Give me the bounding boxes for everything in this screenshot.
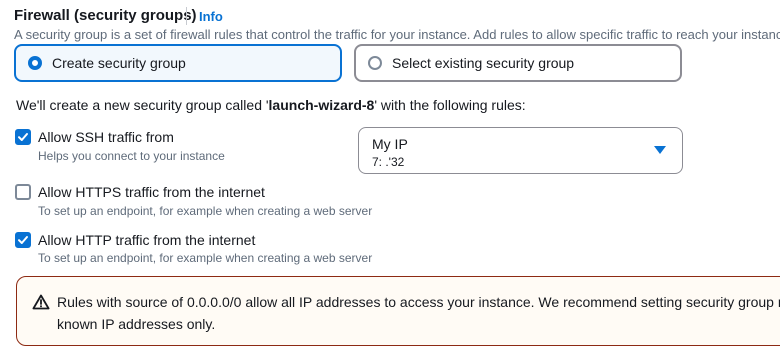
ssh-rule-label: Allow SSH traffic from xyxy=(38,129,174,145)
title-divider xyxy=(186,7,187,25)
section-description: A security group is a set of firewall ru… xyxy=(14,27,780,42)
warning-line-1: Rules with source of 0.0.0.0/0 allow all… xyxy=(57,294,780,310)
ssh-source-select[interactable]: My IP 7: .'32 xyxy=(358,127,683,174)
info-link[interactable]: Info xyxy=(199,9,223,24)
create-security-group-label: Create security group xyxy=(52,55,186,71)
ssh-source-value: My IP xyxy=(372,136,408,152)
create-security-group-option[interactable]: Create security group xyxy=(14,44,342,82)
warning-message: Rules with source of 0.0.0.0/0 allow all… xyxy=(57,291,780,335)
http-rule-hint: To set up an endpoint, for example when … xyxy=(38,251,373,265)
radio-unselected-icon[interactable] xyxy=(368,56,382,70)
warning-icon xyxy=(32,294,50,310)
checkmark-icon xyxy=(18,236,28,244)
ssh-checkbox[interactable] xyxy=(15,129,31,145)
security-group-name: launch-wizard-8 xyxy=(268,97,375,113)
http-rule-label: Allow HTTP traffic from the internet xyxy=(38,232,256,248)
create-message-suffix: ' with the following rules: xyxy=(374,97,526,113)
ssh-source-ip: 7: .'32 xyxy=(372,155,405,169)
checkmark-icon xyxy=(18,133,28,141)
warning-line-2: known IP addresses only. xyxy=(57,316,216,332)
https-rule-label: Allow HTTPS traffic from the internet xyxy=(38,184,265,200)
ssh-rule-hint: Helps you connect to your instance xyxy=(38,149,225,163)
radio-selected-icon[interactable] xyxy=(28,56,42,70)
create-message-prefix: We'll create a new security group called… xyxy=(16,97,269,113)
https-checkbox[interactable] xyxy=(15,184,31,200)
select-existing-security-group-option[interactable]: Select existing security group xyxy=(354,44,682,82)
section-title: Firewall (security groups) xyxy=(14,7,197,24)
create-group-message: We'll create a new security group called… xyxy=(16,97,526,113)
http-checkbox[interactable] xyxy=(15,232,31,248)
select-existing-security-group-label: Select existing security group xyxy=(392,55,575,71)
https-rule-hint: To set up an endpoint, for example when … xyxy=(38,204,373,218)
caret-down-icon xyxy=(654,146,666,154)
open-access-warning-alert: Rules with source of 0.0.0.0/0 allow all… xyxy=(16,276,780,346)
